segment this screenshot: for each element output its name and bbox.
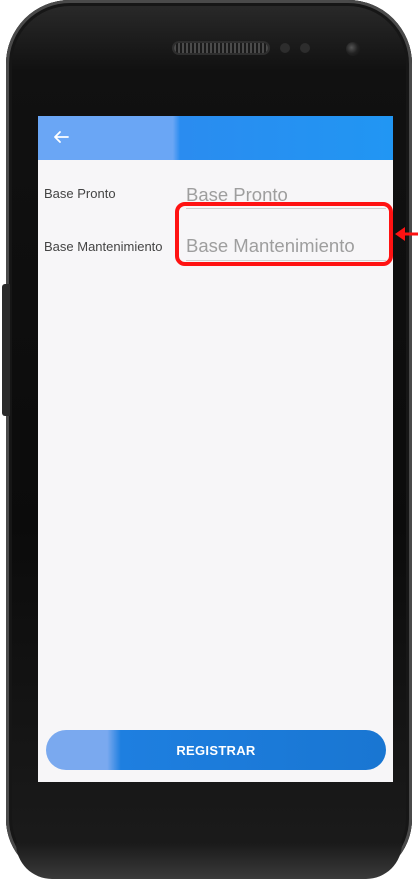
arrow-left-icon[interactable]	[50, 126, 72, 148]
side-button	[2, 284, 10, 416]
arrow-annotation-icon	[395, 227, 418, 241]
speaker-grille	[174, 43, 268, 53]
highlight-annotation	[175, 202, 393, 266]
front-camera	[346, 42, 360, 56]
register-button[interactable]: REGISTRAR	[46, 730, 386, 770]
phone-bottom-edge	[16, 843, 402, 879]
base-mantenimiento-label: Base Mantenimiento	[44, 239, 163, 254]
app-bar	[38, 116, 393, 160]
sensor-dot	[280, 43, 290, 53]
sensor-dot	[300, 43, 310, 53]
base-pronto-label: Base Pronto	[44, 186, 116, 201]
